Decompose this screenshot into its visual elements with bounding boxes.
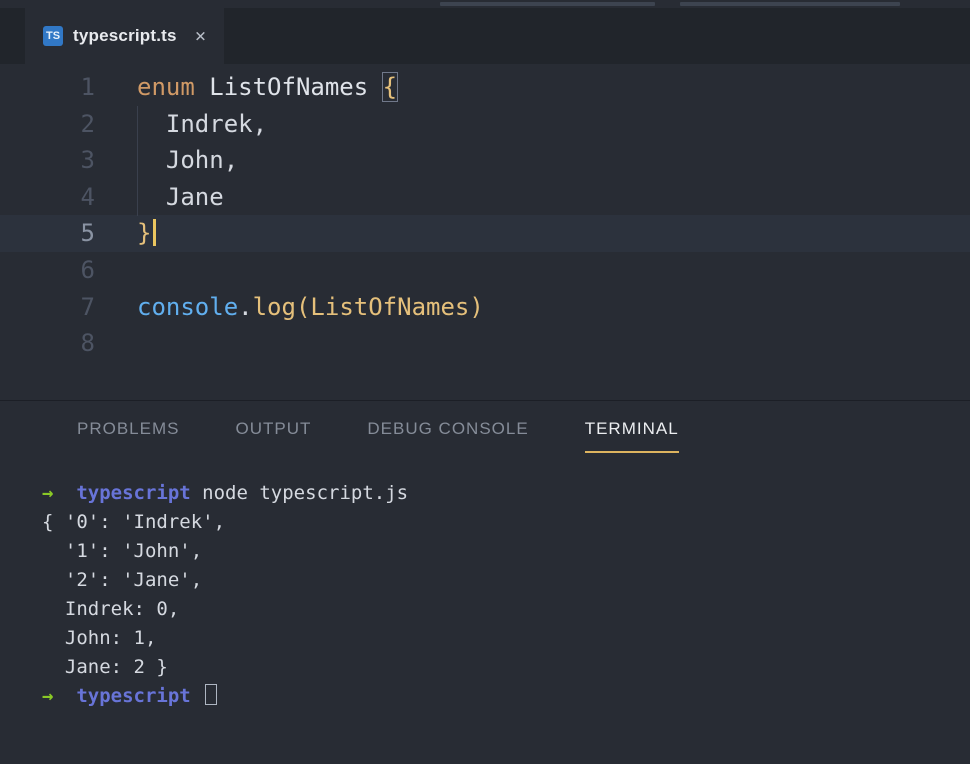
terminal-line: → typescript (42, 682, 970, 711)
code-token: { (382, 73, 398, 101)
clipped-text-mark (440, 2, 655, 6)
terminal-line: '2': 'Jane', (42, 566, 970, 595)
terminal-line: Indrek: 0, (42, 595, 970, 624)
code-token: ( (295, 292, 311, 321)
code-line[interactable]: 7 console.log(ListOfNames) (0, 289, 970, 326)
terminal-line: Jane: 2 } (42, 653, 970, 682)
typescript-file-icon: TS (43, 26, 63, 46)
code-line[interactable]: 5} (0, 215, 970, 252)
tab-typescript-ts[interactable]: TS typescript.ts × (25, 8, 225, 64)
code-text: enum ListOfNames { (95, 69, 397, 106)
terminal-token: Jane: 2 } (42, 656, 168, 678)
line-number: 5 (80, 219, 95, 248)
panel-tab-problems[interactable]: PROBLEMS (77, 419, 179, 453)
terminal-token: node typescript.js (190, 482, 409, 504)
code-token: Indrek, (137, 109, 268, 138)
line-number: 2 (80, 109, 95, 138)
terminal-token: → (42, 482, 54, 504)
code-line[interactable]: 2 Indrek, (0, 106, 970, 143)
bottom-panel: PROBLEMS OUTPUT DEBUG CONSOLE TERMINAL → ty… (0, 400, 970, 764)
code-token: } (137, 219, 152, 248)
code-line[interactable]: 8 (0, 325, 970, 362)
editor-tab-bar: TS typescript.ts × (0, 8, 970, 64)
clipped-text-mark (680, 2, 900, 6)
code-line[interactable]: 1 enum ListOfNames { (0, 69, 970, 106)
indent-guide (137, 106, 138, 216)
code-token: log (252, 292, 296, 321)
terminal-line: John: 1, (42, 624, 970, 653)
line-number: 8 (80, 329, 95, 358)
terminal-line: → typescript node typescript.js (42, 479, 970, 508)
code-token: . (238, 292, 253, 321)
code-token: ) (469, 292, 484, 321)
terminal-token: → (42, 685, 54, 707)
terminal-cursor (205, 684, 218, 705)
line-number: 3 (80, 146, 95, 175)
code-token: ListOfNames (310, 292, 470, 321)
terminal-line: '1': 'John', (42, 537, 970, 566)
terminal-token: { '0': 'Indrek', (42, 511, 226, 533)
terminal-token: Indrek: 0, (42, 598, 180, 620)
line-number: 7 (80, 292, 95, 321)
terminal-token: '2': 'Jane', (42, 569, 203, 591)
code-editor[interactable]: 1 enum ListOfNames {2 Indrek, 3 John, 4 Jan… (0, 64, 970, 400)
tab-label: typescript.ts (73, 26, 177, 45)
terminal-token: typescript (76, 482, 191, 504)
terminal-token: '1': 'John', (42, 540, 203, 562)
code-line[interactable]: 6 (0, 252, 970, 289)
code-line[interactable]: 4 Jane (0, 179, 970, 216)
line-number: 4 (80, 182, 95, 211)
code-token: ListOfNames (209, 73, 369, 101)
editor-lines: 1 enum ListOfNames {2 Indrek, 3 John, 4 Jan… (0, 69, 970, 362)
code-token: console (137, 292, 239, 321)
clipped-content-strip (0, 0, 970, 8)
code-token: enum (137, 73, 195, 101)
code-text: Jane (95, 179, 224, 216)
panel-tab-terminal[interactable]: TERMINAL (584, 419, 679, 453)
panel-tab-debug-console[interactable]: DEBUG CONSOLE (367, 419, 528, 453)
terminal-line: { '0': 'Indrek', (42, 508, 970, 537)
code-line[interactable]: 3 John, (0, 142, 970, 179)
panel-tabs: PROBLEMS OUTPUT DEBUG CONSOLE TERMINAL (0, 401, 970, 453)
close-tab-icon[interactable]: × (195, 26, 206, 46)
line-number: 6 (80, 255, 95, 284)
code-token: Jane (137, 182, 224, 211)
panel-tab-output[interactable]: OUTPUT (235, 419, 311, 453)
editor-cursor (153, 219, 157, 247)
code-text: John, (95, 142, 238, 179)
code-text: Indrek, (95, 106, 267, 143)
terminal-token: typescript (76, 685, 191, 707)
code-text: } (95, 215, 157, 252)
terminal-output[interactable]: → typescript node typescript.js { '0': 'I… (0, 453, 970, 711)
code-text: console.log(ListOfNames) (95, 289, 484, 326)
code-token: John, (137, 146, 239, 175)
terminal-token: John: 1, (42, 627, 157, 649)
line-number: 1 (80, 73, 95, 101)
